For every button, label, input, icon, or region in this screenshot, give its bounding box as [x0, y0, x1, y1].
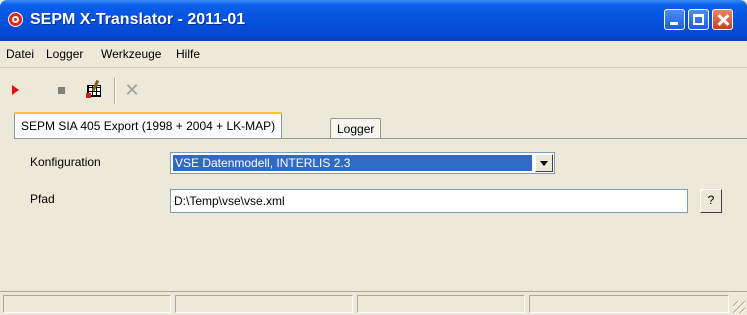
export-icon[interactable] — [84, 78, 106, 102]
title-bar[interactable]: SEPM X-Translator - 2011-01 — [0, 0, 747, 41]
tab-sepm-export[interactable]: SEPM SIA 405 Export (1998 + 2004 + LK-MA… — [14, 112, 283, 138]
konfiguration-selected-value: VSE Datenmodell, INTERLIS 2.3 — [173, 155, 532, 171]
menu-datei[interactable]: Datei — [6, 47, 34, 61]
minimize-button[interactable] — [664, 9, 685, 30]
delete-icon[interactable]: ✕ — [121, 78, 143, 102]
tab-logger[interactable]: Logger — [330, 118, 382, 140]
app-logo-icon — [8, 12, 23, 27]
chevron-down-icon[interactable] — [535, 154, 553, 172]
menu-hilfe[interactable]: Hilfe — [176, 47, 200, 61]
status-cell — [529, 295, 729, 313]
tab-strip: SEPM SIA 405 Export (1998 + 2004 + LK-MA… — [0, 112, 747, 140]
toolbar-separator — [114, 78, 116, 104]
status-bar — [0, 291, 747, 315]
toolbar: ✕ — [0, 70, 747, 110]
status-cell — [357, 295, 525, 313]
close-button[interactable] — [712, 9, 733, 30]
browse-button[interactable]: ? — [700, 189, 722, 213]
menu-logger[interactable]: Logger — [46, 47, 83, 61]
status-cell — [3, 295, 171, 313]
menu-werkzeuge[interactable]: Werkzeuge — [101, 47, 161, 61]
status-cell — [175, 295, 353, 313]
maximize-button[interactable] — [688, 9, 709, 30]
konfiguration-label: Konfiguration — [30, 155, 101, 169]
stop-icon[interactable] — [51, 78, 73, 102]
menu-bar: Datei Logger Werkzeuge Hilfe — [0, 41, 747, 68]
pfad-label: Pfad — [30, 192, 55, 206]
resize-grip-icon[interactable] — [733, 301, 745, 313]
play-icon[interactable] — [6, 78, 28, 102]
application-window: SEPM X-Translator - 2011-01 Datei Logger… — [0, 0, 747, 315]
pfad-input[interactable]: D:\Temp\vse\vse.xml — [170, 189, 688, 213]
konfiguration-select[interactable]: VSE Datenmodell, INTERLIS 2.3 — [170, 152, 555, 174]
window-title: SEPM X-Translator - 2011-01 — [30, 11, 246, 28]
